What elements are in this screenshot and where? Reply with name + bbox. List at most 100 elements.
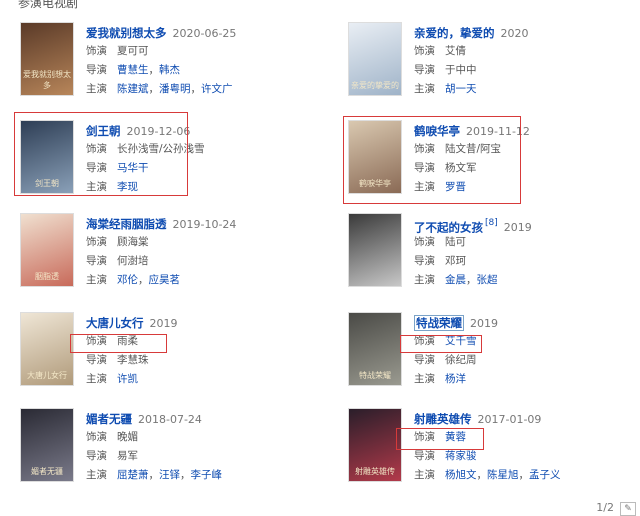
poster-image[interactable]: 大唐儿女行 [20, 312, 74, 386]
drama-title-link[interactable]: 海棠经雨胭脂透 [86, 217, 167, 231]
director-row: 导演 何澍培 [86, 252, 320, 271]
lead-row-value[interactable]: 金晨 [445, 274, 466, 286]
lead-row-value[interactable]: 邓伦 [117, 274, 138, 286]
release-date: 2018-07-24 [138, 413, 202, 426]
release-date: 2017-01-09 [477, 413, 542, 426]
lead-row: 主演 金晨，张超 [414, 271, 640, 290]
poster-image[interactable]: 特战荣耀 [348, 312, 402, 386]
director-row: 导演 李慧珠 [86, 351, 320, 370]
drama-title-link[interactable]: 大唐儿女行 [86, 316, 144, 330]
role-row-value: 顾海棠 [117, 236, 149, 248]
drama-title-link[interactable]: 特战荣耀 [414, 315, 464, 331]
lead-row-value[interactable]: 李子峰 [191, 469, 223, 481]
role-row: 饰演 夏可可 [86, 42, 320, 61]
lead-row-label: 主演 [414, 83, 435, 95]
lead-row-value[interactable]: 杨旭文 [445, 469, 477, 481]
release-date: 2020 [500, 27, 529, 40]
drama-title-link[interactable]: 射雕英雄传 [414, 412, 472, 426]
separator: ， [138, 274, 149, 286]
release-date: 2019 [470, 317, 498, 330]
release-date: 2019 [149, 317, 178, 330]
highlight-box [343, 116, 521, 204]
separator: ， [466, 274, 477, 286]
role-row-label: 饰演 [86, 431, 107, 443]
lead-row-value[interactable]: 陈建斌 [117, 83, 149, 95]
lead-row-value[interactable]: 张超 [477, 274, 498, 286]
drama-card: 胭脂透 海棠经雨胭脂透 2019-10-24 饰演 顾海棠 导演 何澍培 主演 邓伦，应昊茗 [20, 213, 320, 305]
director-row: 导演 于中中 [414, 61, 640, 80]
title-row: 了不起的女孩 [8] 2019 [414, 213, 640, 235]
lead-row-value[interactable]: 陈星旭 [487, 469, 519, 481]
drama-card: 特战荣耀 特战荣耀 2019 饰演 艾千雪 导演 徐纪周 主演 杨洋 [348, 312, 640, 404]
lead-row-value[interactable]: 应昊茗 [149, 274, 181, 286]
drama-info: 亲爱的，挚爱的 2020 饰演 艾倩 导演 于中中 主演 胡一天 [414, 22, 640, 99]
lead-row: 主演 许凯 [86, 370, 320, 389]
release-date: 2019-10-24 [172, 218, 237, 231]
director-row-value: 徐纪周 [445, 354, 477, 366]
drama-title-link[interactable]: 媚者无疆 [86, 412, 132, 426]
separator: ， [518, 469, 530, 481]
director-row-value: 易军 [117, 450, 138, 462]
lead-row: 主演 邓伦，应昊茗 [86, 271, 320, 290]
lead-row-value[interactable]: 胡一天 [445, 83, 477, 95]
drama-card: 爱我就别想太多 爱我就别想太多 2020-06-25 饰演 夏可可 导演 曹慧生，韩杰 主演陈… [20, 22, 320, 114]
release-date: 2020-06-25 [172, 27, 237, 40]
role-row-value: 夏可可 [117, 45, 149, 57]
poster-image[interactable]: 胭脂透 [20, 213, 74, 287]
title-row: 媚者无疆 2018-07-24 [86, 408, 320, 428]
lead-row: 主演 杨洋 [414, 370, 640, 389]
director-row-value[interactable]: 韩杰 [159, 64, 180, 76]
citation-link[interactable]: [8] [485, 218, 498, 228]
poster-image[interactable] [348, 213, 402, 287]
lead-row: 主演 屈楚萧，汪铎，李子峰 [86, 466, 320, 485]
separator: ， [190, 83, 202, 95]
director-row-label: 导演 [414, 255, 435, 267]
lead-row-label: 主演 [414, 469, 435, 481]
lead-row-label: 主演 [86, 469, 107, 481]
lead-row-label: 主演 [414, 373, 435, 385]
poster-caption: 亲爱的挚爱的 [351, 81, 399, 90]
director-row: 导演 易军 [86, 447, 320, 466]
drama-info: 了不起的女孩 [8] 2019 饰演 陆可 导演 邓珂 主演 金晨，张超 [414, 213, 640, 290]
director-row-value[interactable]: 蒋家骏 [445, 450, 477, 462]
separator: ， [148, 469, 160, 481]
lead-row-value[interactable]: 汪铎 [159, 469, 180, 481]
drama-card: 媚者无疆 媚者无疆 2018-07-24 饰演 晚媚 导演 易军 主演 屈楚萧，汪铎，李子峰 [20, 408, 320, 500]
lead-row-value[interactable]: 许文广 [201, 83, 233, 95]
director-row-label: 导演 [86, 64, 107, 76]
lead-row-value[interactable]: 孟子义 [529, 469, 561, 481]
title-row: 大唐儿女行 2019 [86, 312, 320, 332]
drama-title-link[interactable]: 亲爱的，挚爱的 [414, 26, 495, 40]
director-row-value[interactable]: 曹慧生 [117, 64, 149, 76]
role-row-label: 饰演 [86, 45, 107, 57]
drama-title-link[interactable]: 爱我就别想太多 [86, 26, 167, 40]
role-row-value: 艾倩 [445, 45, 466, 57]
section-title: 参演电视剧 [18, 0, 79, 10]
director-row-label: 导演 [86, 255, 107, 267]
director-row-label: 导演 [414, 354, 435, 366]
lead-row-value[interactable]: 许凯 [117, 373, 138, 385]
lead-row-value[interactable]: 屈楚萧 [117, 469, 149, 481]
lead-row: 主演 胡一天 [414, 80, 640, 99]
director-row-value: 邓珂 [445, 255, 466, 267]
poster-image[interactable]: 亲爱的挚爱的 [348, 22, 402, 96]
director-row-label: 导演 [414, 450, 435, 462]
lead-row: 主演 杨旭文，陈星旭，孟子义 [414, 466, 640, 485]
poster-caption: 特战荣耀 [359, 371, 391, 380]
lead-row-value[interactable]: 潘粤明 [159, 83, 191, 95]
poster-caption: 胭脂透 [35, 272, 59, 281]
poster-image[interactable]: 射雕英雄传 [348, 408, 402, 482]
role-row-value: 晚媚 [117, 431, 138, 443]
lead-row-value[interactable]: 杨洋 [445, 373, 466, 385]
poster-image[interactable]: 爱我就别想太多 [20, 22, 74, 96]
drama-card: 射雕英雄传 射雕英雄传 2017-01-09 饰演 黄蓉 导演 蒋家骏 主演 杨旭文，陈星旭，孟… [348, 408, 640, 500]
poster-image[interactable]: 媚者无疆 [20, 408, 74, 482]
director-row-label: 导演 [86, 450, 107, 462]
director-row: 导演 邓珂 [414, 252, 640, 271]
lead-row-label: 主演 [86, 373, 107, 385]
release-date: 2019 [503, 221, 532, 235]
page-indicator: 1/2 [596, 501, 614, 514]
title-row: 射雕英雄传 2017-01-09 [414, 408, 640, 428]
separator: ， [148, 64, 160, 76]
lead-row-label: 主演 [86, 83, 107, 95]
